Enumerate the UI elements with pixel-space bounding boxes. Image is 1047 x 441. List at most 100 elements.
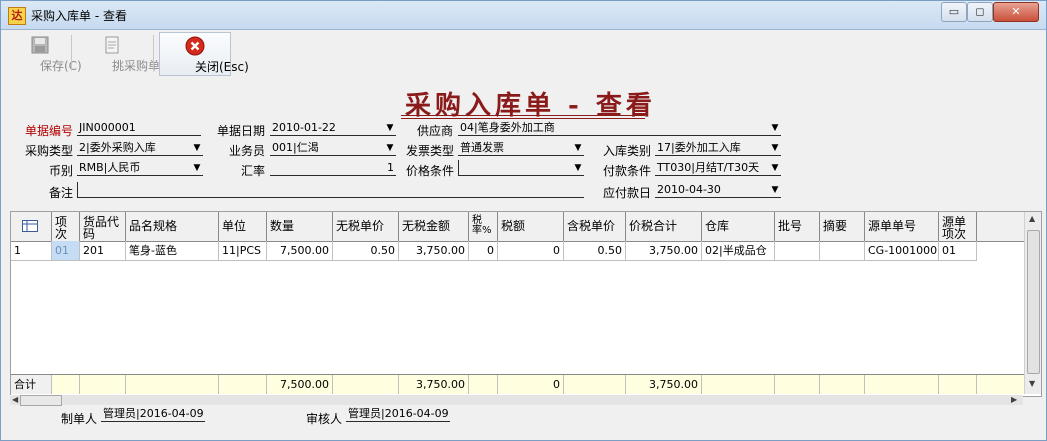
col-header-unit-price-incl-tax[interactable]: 含税单价 xyxy=(564,212,626,241)
title-underline xyxy=(401,115,645,116)
col-header-source-seq[interactable]: 源单项次 xyxy=(939,212,977,241)
payment-terms-field[interactable]: TT030|月结T/T30天 ▼ xyxy=(655,160,781,176)
grid-settings-icon[interactable] xyxy=(11,212,52,241)
total-cell xyxy=(702,375,775,394)
app-window: 达 采购入库单 - 查看 ▭ ◻ ✕ 保存(C) 挑采购单(T) 关闭(Esc)… xyxy=(0,0,1047,441)
chevron-down-icon[interactable]: ▼ xyxy=(384,121,396,135)
col-header-summary[interactable]: 摘要 xyxy=(820,212,865,241)
toolbar: 保存(C) 挑采购单(T) 关闭(Esc) xyxy=(7,30,1042,76)
scroll-up-icon[interactable]: ▲ xyxy=(1029,214,1035,223)
chevron-down-icon[interactable]: ▼ xyxy=(769,161,781,175)
total-cell xyxy=(564,375,626,394)
scroll-right-icon[interactable]: ▶ xyxy=(1011,395,1017,404)
supplier-field[interactable]: 04|笔身委外加工商 ▼ xyxy=(458,120,781,136)
cell-summary[interactable] xyxy=(820,241,865,260)
currency-value: RMB|人民币 xyxy=(79,161,141,174)
cell-unit-price-excl-tax[interactable]: 0.50 xyxy=(333,241,399,260)
cell-seq[interactable]: 01 xyxy=(52,241,80,260)
supplier-value: 04|笔身委外加工商 xyxy=(460,121,555,134)
cell-tax-rate[interactable]: 0 xyxy=(469,241,498,260)
cell-warehouse[interactable]: 02|半成品仓 xyxy=(702,241,775,260)
col-header-source-doc-no[interactable]: 源单单号 xyxy=(865,212,939,241)
invoice-type-field[interactable]: 普通发票 ▼ xyxy=(458,140,584,156)
cell-item-code[interactable]: 201 xyxy=(80,241,126,260)
chevron-down-icon[interactable]: ▼ xyxy=(191,161,203,175)
doc-date-label: 单据日期 xyxy=(217,124,266,138)
supplier-label: 供应商 xyxy=(417,124,454,138)
chevron-down-icon[interactable]: ▼ xyxy=(191,141,203,155)
col-header-warehouse[interactable]: 仓库 xyxy=(702,212,775,241)
cell-source-seq[interactable]: 01 xyxy=(939,241,977,260)
cell-source-doc-no[interactable]: CG-10010001 xyxy=(865,241,939,260)
col-header-batch[interactable]: 批号 xyxy=(775,212,820,241)
salesman-field[interactable]: 001|仁渴 ▼ xyxy=(270,140,396,156)
price-terms-label: 价格条件 xyxy=(406,164,455,178)
cell-item-name[interactable]: 笔身-蓝色 xyxy=(126,241,219,260)
scroll-down-icon[interactable]: ▼ xyxy=(1029,379,1035,388)
grid-header: 项次 货品代码 品名规格 单位 数量 无税单价 无税金额 税率% 税额 含税单价… xyxy=(11,212,1025,242)
col-header-unit-price-excl-tax[interactable]: 无税单价 xyxy=(333,212,399,241)
chevron-down-icon[interactable]: ▼ xyxy=(769,121,781,135)
pick-purchase-order-button[interactable]: 挑采购单(T) xyxy=(77,32,177,74)
grid-vertical-scrollbar[interactable]: ▲ ▼ xyxy=(1024,212,1041,394)
stock-in-type-label: 入库类别 xyxy=(603,144,652,158)
chevron-down-icon[interactable]: ▼ xyxy=(572,161,584,175)
col-header-total-incl-tax[interactable]: 价税合计 xyxy=(626,212,702,241)
cell-total-incl-tax[interactable]: 3,750.00 xyxy=(626,241,702,260)
minimize-button[interactable]: ▭ xyxy=(941,2,967,22)
cell-batch[interactable] xyxy=(775,241,820,260)
cell-row-no: 1 xyxy=(11,241,52,260)
scroll-thumb[interactable] xyxy=(1027,230,1040,374)
cell-amount-excl-tax[interactable]: 3,750.00 xyxy=(399,241,469,260)
col-header-qty[interactable]: 数量 xyxy=(267,212,333,241)
total-cell xyxy=(820,375,865,394)
col-header-seq[interactable]: 项次 xyxy=(52,212,80,241)
save-label: 保存(C) xyxy=(40,59,82,73)
col-header-unit[interactable]: 单位 xyxy=(219,212,267,241)
save-button[interactable]: 保存(C) xyxy=(15,32,82,74)
grid-horizontal-scrollbar[interactable]: ◀ ▶ xyxy=(10,395,1023,406)
purchase-type-field[interactable]: 2|委外采购入库 ▼ xyxy=(77,140,203,156)
total-tax-amount: 0 xyxy=(498,375,564,394)
due-date-field[interactable]: 2010-04-30 ▼ xyxy=(655,182,781,198)
remark-label: 备注 xyxy=(49,186,74,200)
currency-field[interactable]: RMB|人民币 ▼ xyxy=(77,160,203,176)
stock-in-type-field[interactable]: 17|委外加工入库 ▼ xyxy=(655,140,781,156)
remark-field[interactable] xyxy=(77,182,584,198)
close-circle-icon xyxy=(185,36,205,56)
cell-unit-price-incl-tax[interactable]: 0.50 xyxy=(564,241,626,260)
doc-no-field[interactable]: JIN000001 xyxy=(77,120,201,136)
chevron-down-icon[interactable]: ▼ xyxy=(769,141,781,155)
salesman-label: 业务员 xyxy=(229,144,266,158)
doc-date-field[interactable]: 2010-01-22 ▼ xyxy=(270,120,396,136)
total-amount-excl-tax: 3,750.00 xyxy=(399,375,469,394)
price-terms-field[interactable]: ▼ xyxy=(458,160,584,176)
scroll-left-icon[interactable]: ◀ xyxy=(12,395,18,404)
col-header-tax-amount[interactable]: 税额 xyxy=(498,212,564,241)
scroll-thumb[interactable] xyxy=(20,395,62,406)
salesman-value: 001|仁渴 xyxy=(272,141,319,154)
doc-no-label: 单据编号 xyxy=(25,124,74,138)
cell-unit[interactable]: 11|PCS xyxy=(219,241,267,260)
col-header-item-code[interactable]: 货品代码 xyxy=(80,212,126,241)
total-cell xyxy=(80,375,126,394)
close-button[interactable]: 关闭(Esc) xyxy=(159,32,249,76)
chevron-down-icon[interactable]: ▼ xyxy=(572,141,584,155)
title-bar: 达 采购入库单 - 查看 ▭ ◻ ✕ xyxy=(1,1,1046,30)
col-header-amount-excl-tax[interactable]: 无税金额 xyxy=(399,212,469,241)
chevron-down-icon[interactable]: ▼ xyxy=(769,183,781,197)
document-icon xyxy=(105,36,119,54)
chevron-down-icon[interactable]: ▼ xyxy=(384,141,396,155)
col-header-item-name[interactable]: 品名规格 xyxy=(126,212,219,241)
table-row[interactable]: 1 01 201 笔身-蓝色 11|PCS 7,500.00 0.50 3,75… xyxy=(11,241,977,261)
purchase-type-label: 采购类型 xyxy=(25,144,74,158)
cell-qty[interactable]: 7,500.00 xyxy=(267,241,333,260)
col-header-tax-rate[interactable]: 税率% xyxy=(469,212,498,241)
rate-field[interactable]: 1 xyxy=(270,160,396,176)
window-title: 采购入库单 - 查看 xyxy=(31,9,127,23)
maker-label: 制单人 xyxy=(61,412,98,426)
cell-tax-amount[interactable]: 0 xyxy=(498,241,564,260)
close-window-button[interactable]: ✕ xyxy=(993,2,1039,22)
total-cell xyxy=(469,375,498,394)
maximize-button[interactable]: ◻ xyxy=(967,2,993,22)
